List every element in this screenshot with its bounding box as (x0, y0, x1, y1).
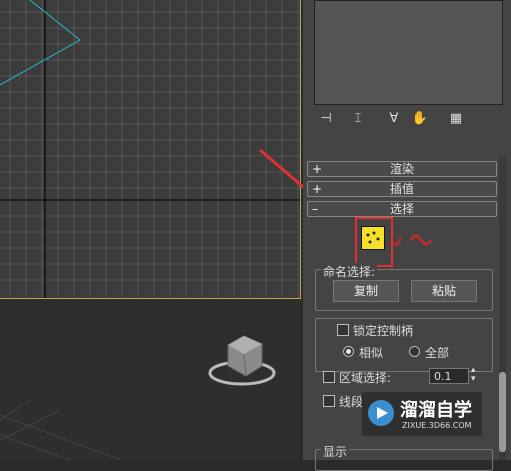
remove-modifier-icon[interactable]: ✋ (411, 110, 429, 128)
preview-window (314, 0, 503, 105)
named-selection-title: 命名选择: (321, 263, 378, 280)
viewport-bottom[interactable] (0, 300, 300, 460)
watermark-logo-icon (368, 400, 394, 426)
area-select-checkbox[interactable] (323, 371, 335, 383)
lock-handles-checkbox[interactable] (337, 324, 349, 336)
show-end-result-icon[interactable]: ⌶ (349, 110, 367, 128)
scroll-thumb[interactable] (499, 372, 506, 452)
watermark-url: ZIXUE.3D66.COM (402, 421, 472, 430)
rollout-render[interactable]: + 渲染 (307, 161, 497, 177)
viewport-floor-grid (0, 335, 276, 460)
watermark-brand: 溜溜自学 (400, 400, 472, 421)
rollout-label: 插值 (389, 182, 414, 196)
command-panel: ⊣ ⌶ ∀ ✋ ▦ + 渲染 + 插值 – 选择 命名选择: 复制 粘贴 锁定控… (303, 0, 511, 471)
panel-scrollbar[interactable] (499, 157, 506, 460)
similar-radio[interactable] (343, 346, 354, 357)
similar-label: 相似 (359, 346, 384, 360)
modifier-stack-toolbar: ⊣ ⌶ ∀ ✋ ▦ (313, 110, 503, 130)
rollout-label: 选择 (389, 202, 414, 216)
segment-spline-icons[interactable] (391, 232, 437, 248)
all-label: 全部 (425, 346, 450, 360)
vertex-icon (366, 231, 380, 244)
segment-label: 线段 (339, 395, 364, 409)
all-radio[interactable] (409, 346, 420, 357)
copy-button[interactable]: 复制 (333, 280, 399, 302)
rollout-label: 渲染 (389, 162, 414, 176)
spinner-arrows-icon[interactable]: ▴ ▾ (471, 366, 476, 384)
make-unique-icon[interactable]: ∀ (385, 110, 403, 128)
area-select-label: 区域选择: (339, 371, 392, 385)
vertex-selection-button[interactable] (361, 226, 385, 250)
configure-sets-icon[interactable]: ▦ (447, 110, 465, 128)
segment-checkbox[interactable] (323, 395, 335, 407)
watermark: 溜溜自学 ZIXUE.3D66.COM (362, 392, 482, 436)
pin-stack-icon[interactable]: ⊣ (317, 110, 335, 128)
rollout-selection[interactable]: – 选择 (307, 201, 497, 217)
viewcube-icon (208, 335, 276, 386)
rollout-interpolation[interactable]: + 插值 (307, 181, 497, 197)
paste-button[interactable]: 粘贴 (411, 280, 477, 302)
area-select-spinner[interactable]: 0.1 (429, 368, 469, 384)
lock-handles-label: 锁定控制柄 (353, 324, 414, 338)
display-title: 显示 (321, 443, 350, 460)
